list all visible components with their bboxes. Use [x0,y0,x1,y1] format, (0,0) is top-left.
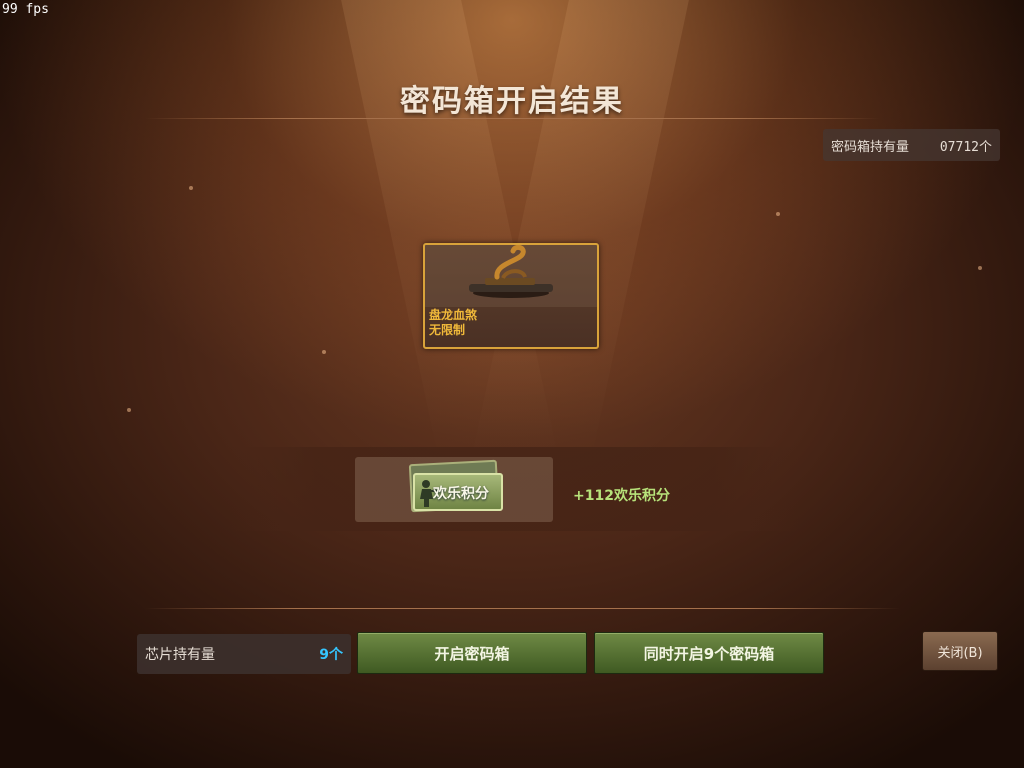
page-title: 密码箱开启结果 [400,84,624,119]
spark [776,212,780,216]
owned-boxes-value: 07712个 [939,139,992,155]
spark [127,408,131,412]
owned-boxes-panel: 密码箱持有量 07712个 [823,129,1000,161]
reward-card: 欢乐积分 [413,473,503,511]
coiled-dragon-weapon-icon [425,245,597,307]
item-name: 盘龙血煞 [429,308,478,322]
owned-boxes-label: 密码箱持有量 [831,139,910,155]
bottom-divider [145,608,900,609]
item-duration: 无限制 [429,323,466,337]
title-divider [145,118,880,119]
open-box-button[interactable]: 开启密码箱 [357,632,587,674]
spark [189,186,193,190]
spark [978,266,982,270]
close-button[interactable]: 关闭(B) [922,631,998,671]
result-item-card[interactable]: 盘龙血煞 无限制 [423,243,599,349]
fps-counter: 99 fps [2,2,49,17]
spark [322,350,326,354]
chips-panel: 芯片持有量 9个 [137,634,351,674]
open-multiple-boxes-button[interactable]: 同时开启9个密码箱 [594,632,824,674]
reward-card-label: 欢乐积分 [433,486,489,502]
chips-value: 9个 [319,647,343,663]
chips-label: 芯片持有量 [145,647,215,663]
reward-amount: +112欢乐积分 [573,488,670,504]
